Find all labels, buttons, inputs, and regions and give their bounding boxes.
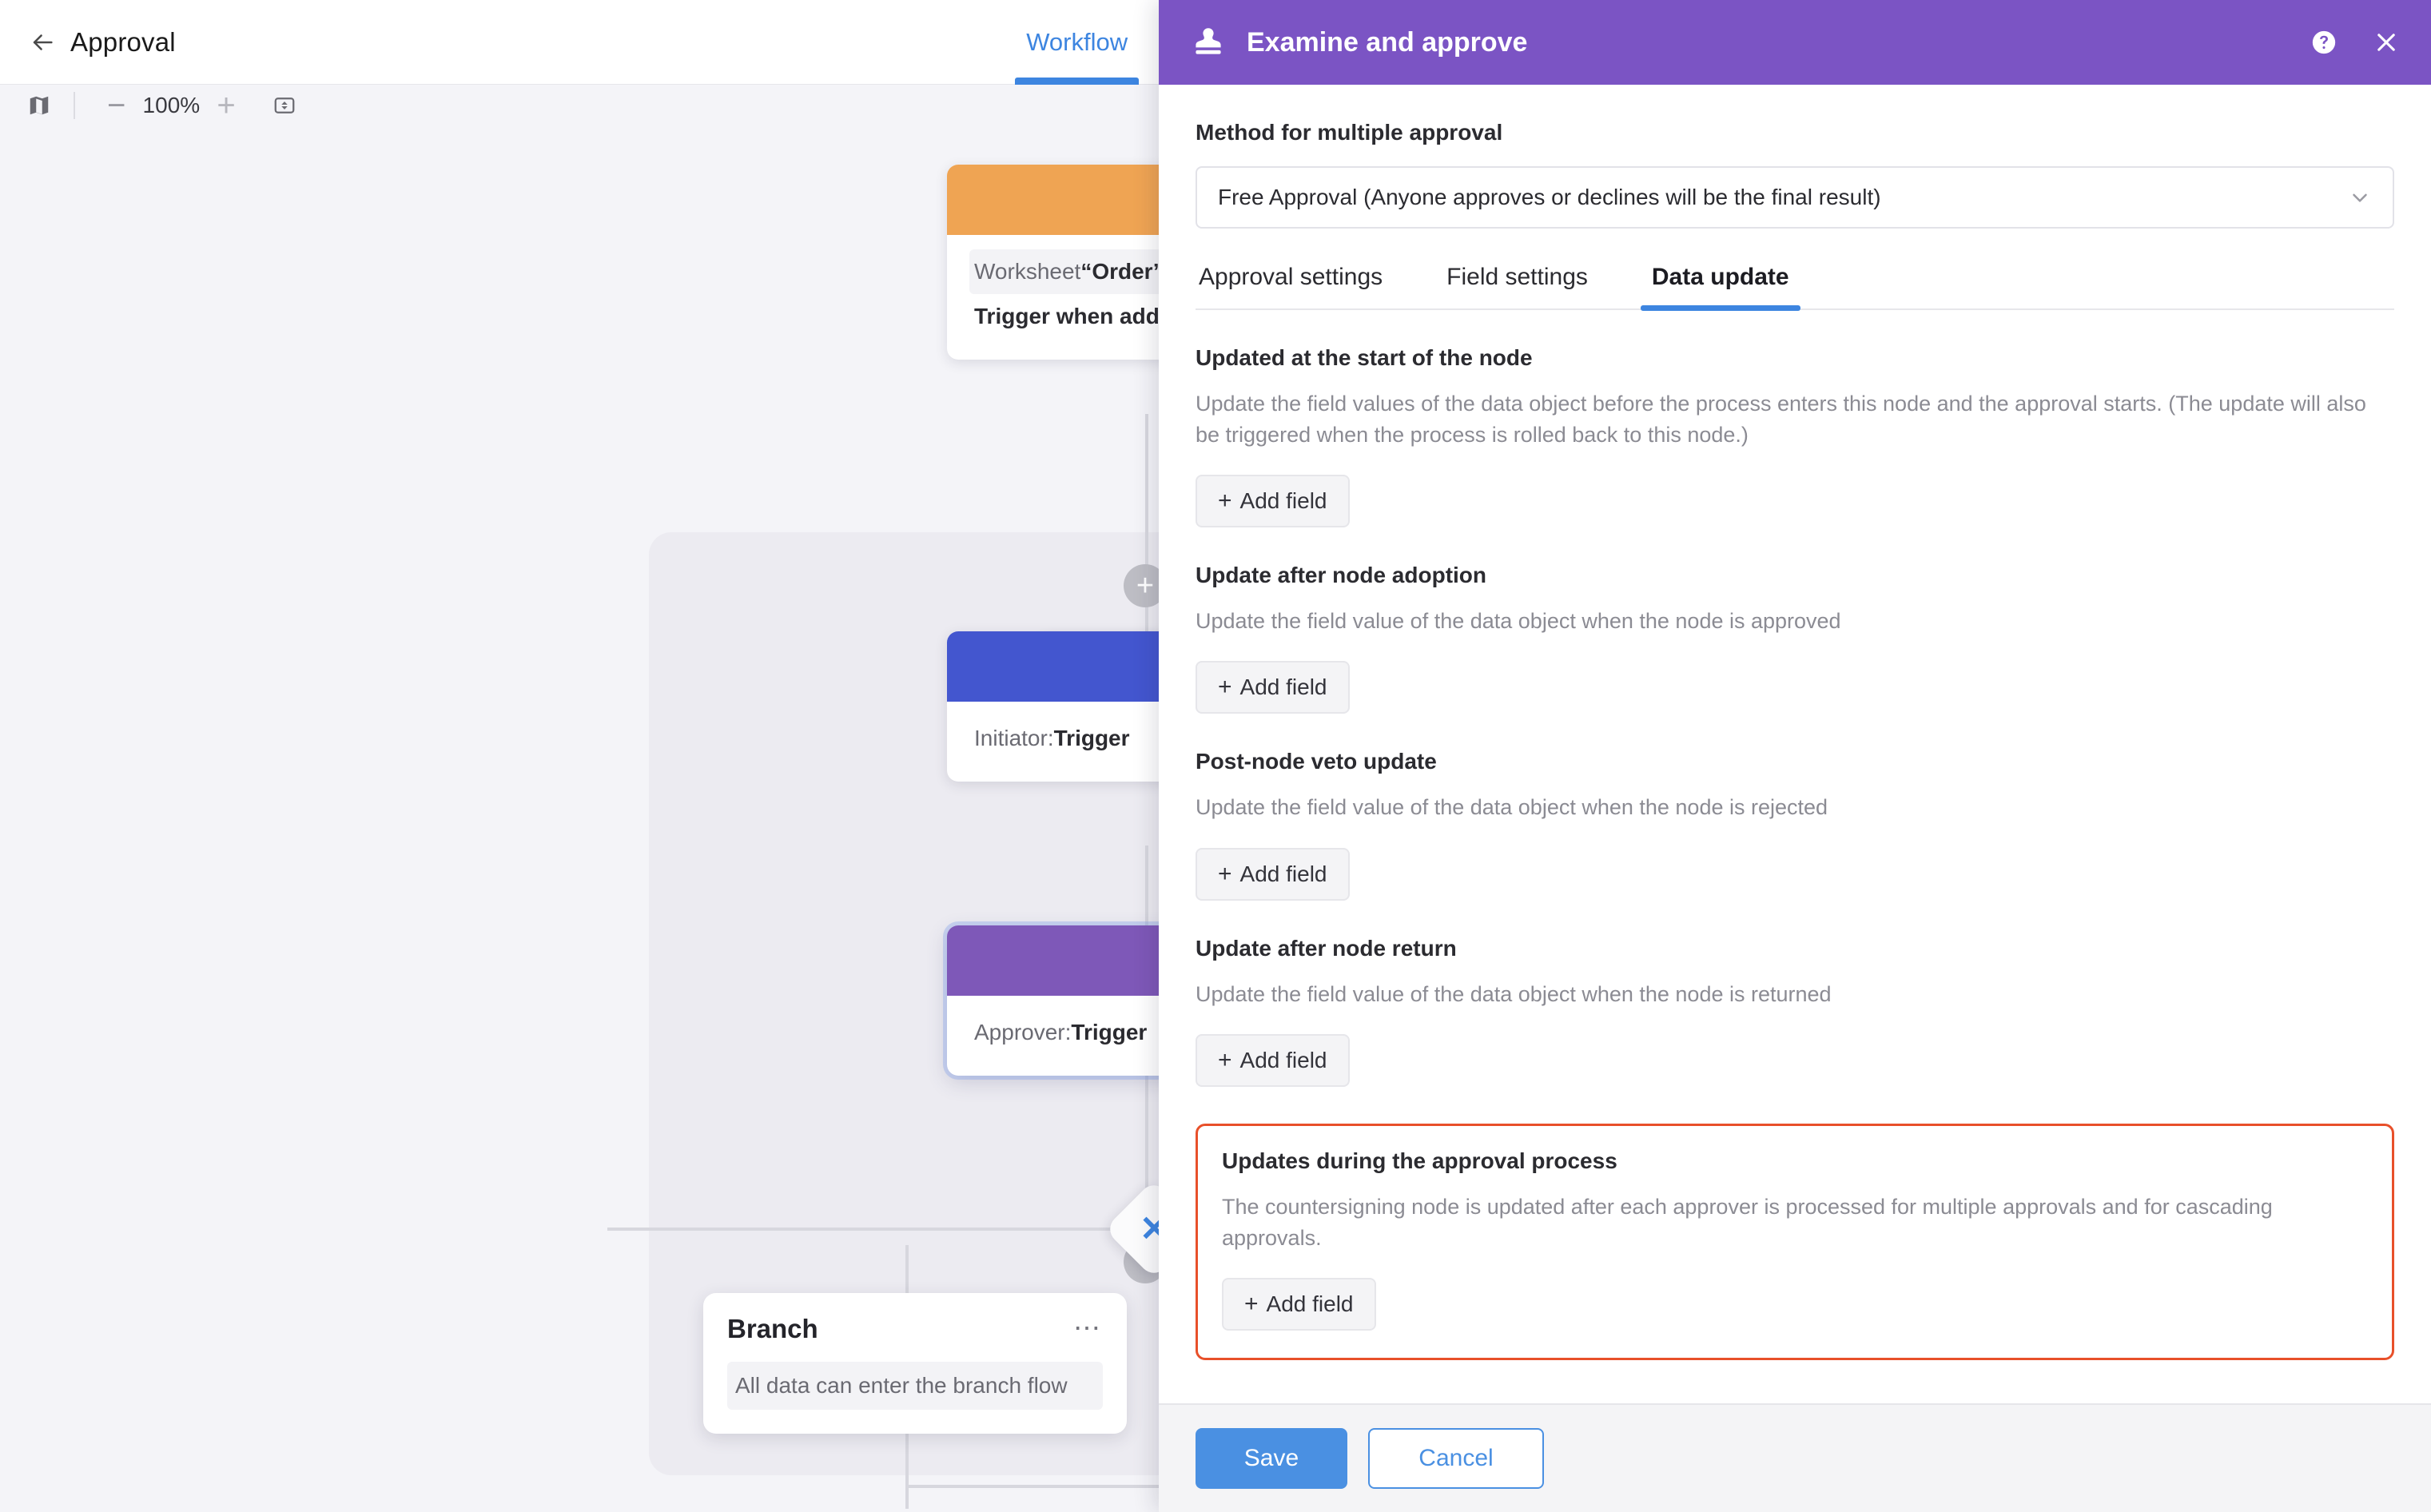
- connector-line: [607, 1228, 1151, 1231]
- method-select[interactable]: Free Approval (Anyone approves or declin…: [1196, 166, 2394, 229]
- node-row-label: Worksheet: [974, 259, 1081, 284]
- zoom-level-label: 100%: [142, 93, 201, 117]
- section-updated-at-start: Updated at the start of the node Update …: [1196, 345, 2394, 528]
- section-description: Update the field value of the data objec…: [1196, 609, 1841, 634]
- add-field-button-label: Add field: [1266, 1291, 1354, 1316]
- tab-field-settings[interactable]: Field settings: [1443, 264, 1591, 308]
- cancel-button[interactable]: Cancel: [1368, 1428, 1544, 1489]
- section-update-after-adoption: Update after node adoption Update the fi…: [1196, 563, 2394, 714]
- branch-card-condition: All data can enter the branch flow: [727, 1362, 1103, 1410]
- zoom-out-button[interactable]: −: [97, 90, 135, 121]
- plus-icon: +: [1244, 1290, 1259, 1317]
- panel-footer: Save Cancel: [1159, 1403, 2431, 1512]
- tab-data-update-label: Data update: [1651, 264, 1789, 290]
- section-title: Update after node adoption: [1196, 563, 1486, 588]
- page-title: Approval: [70, 26, 176, 57]
- canvas-toolbar: − 100% +: [0, 85, 1255, 126]
- section-title: Update after node return: [1196, 935, 1457, 961]
- help-circle-icon[interactable]: [2306, 25, 2341, 60]
- section-description: The countersigning node is updated after…: [1222, 1194, 2273, 1250]
- more-horizontal-icon[interactable]: ⋯: [1073, 1315, 1103, 1342]
- section-title: Updates during the approval process: [1222, 1148, 1617, 1173]
- section-title: Post-node veto update: [1196, 749, 1437, 774]
- add-field-button[interactable]: + Add field: [1196, 661, 1350, 714]
- branch-card-header: Branch ⋯: [727, 1314, 1103, 1344]
- section-description: Update the field value of the data objec…: [1196, 981, 1832, 1006]
- method-select-value: Free Approval (Anyone approves or declin…: [1218, 185, 1881, 209]
- zoom-in-button[interactable]: +: [207, 90, 245, 121]
- app-topbar: Approval Workflow Con: [0, 0, 1255, 85]
- add-field-button[interactable]: + Add field: [1196, 475, 1350, 528]
- close-icon[interactable]: [2369, 25, 2404, 60]
- node-row-value: Trigger: [1071, 1020, 1148, 1044]
- section-updates-during-approval: Updates during the approval process The …: [1196, 1123, 2394, 1360]
- node-row-value: “Order”: [1080, 259, 1164, 284]
- section-description: Update the field value of the data objec…: [1196, 795, 1828, 820]
- panel-header-actions: [2306, 25, 2404, 60]
- plus-icon: +: [1218, 487, 1232, 515]
- add-field-button-label: Add field: [1239, 1047, 1327, 1072]
- panel-tab-bar: Approval settings Field settings Data up…: [1196, 264, 2394, 311]
- back-arrow-icon[interactable]: [24, 24, 61, 61]
- plus-icon: +: [1218, 860, 1232, 887]
- plus-icon: +: [1218, 1046, 1232, 1073]
- section-description: Update the field values of the data obje…: [1196, 392, 2366, 448]
- tab-approval-settings[interactable]: Approval settings: [1196, 264, 1386, 308]
- node-row-value: Trigger: [1053, 726, 1130, 750]
- node-row-label: Initiator:: [974, 726, 1054, 750]
- workflow-canvas[interactable]: + + + + 工作表事 Worksheet“Order”: [0, 126, 1255, 1512]
- section-post-node-veto: Post-node veto update Update the field v…: [1196, 749, 2394, 901]
- add-field-button-label: Add field: [1239, 488, 1327, 514]
- panel-title: Examine and approve: [1247, 26, 1528, 58]
- branch-card[interactable]: Branch ⋯ All data can enter the branch f…: [703, 1293, 1127, 1434]
- add-field-button[interactable]: + Add field: [1222, 1277, 1376, 1331]
- toolbar-divider: [74, 92, 75, 119]
- tab-approval-settings-label: Approval settings: [1199, 264, 1383, 290]
- node-row-label: Approver:: [974, 1020, 1072, 1044]
- save-button[interactable]: Save: [1196, 1428, 1347, 1489]
- chevron-down-icon: [2348, 185, 2372, 209]
- method-field-label: Method for multiple approval: [1196, 120, 1503, 145]
- tab-data-update[interactable]: Data update: [1640, 264, 1800, 311]
- plus-icon: +: [1218, 674, 1232, 701]
- branch-card-title: Branch: [727, 1314, 818, 1343]
- fit-to-screen-icon[interactable]: [273, 94, 296, 117]
- tab-workflow[interactable]: Workflow: [999, 0, 1155, 85]
- map-icon[interactable]: [27, 94, 51, 117]
- tab-field-settings-label: Field settings: [1446, 264, 1588, 290]
- section-title: Updated at the start of the node: [1196, 345, 1533, 370]
- add-field-button[interactable]: + Add field: [1196, 847, 1350, 901]
- stamp-icon: [1188, 22, 1229, 63]
- panel-body: Method for multiple approval Free Approv…: [1159, 85, 2431, 1403]
- add-field-button-label: Add field: [1239, 861, 1327, 886]
- examine-and-approve-panel: Examine and approve Method for multiple …: [1159, 0, 2431, 1512]
- tab-workflow-label: Workflow: [1026, 27, 1128, 56]
- section-update-after-return: Update after node return Update the fiel…: [1196, 936, 2394, 1087]
- add-field-button-label: Add field: [1239, 674, 1327, 700]
- panel-header: Examine and approve: [1159, 0, 2431, 85]
- app-root: Approval Workflow Con − 100% +: [0, 0, 2431, 1512]
- add-field-button[interactable]: + Add field: [1196, 1033, 1350, 1087]
